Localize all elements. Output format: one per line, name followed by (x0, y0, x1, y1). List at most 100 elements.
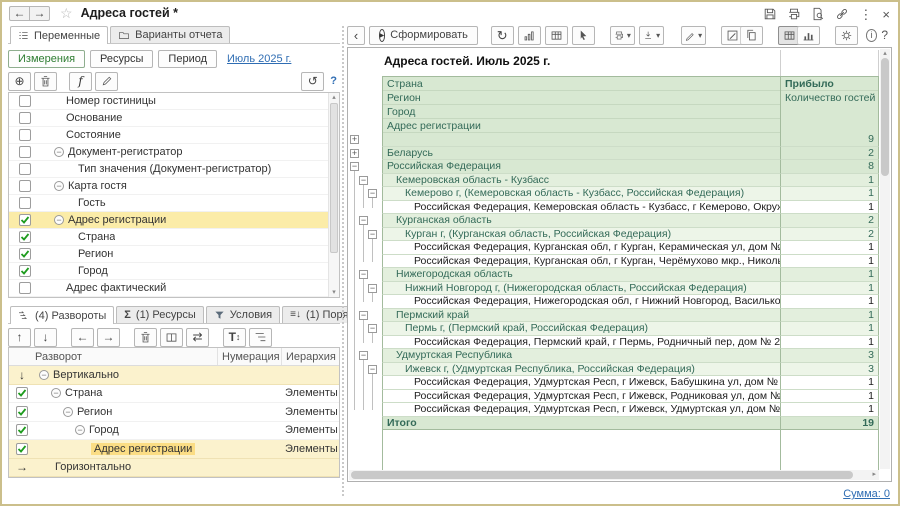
period-link[interactable]: Июль 2025 г. (227, 53, 291, 65)
grid-row-selected[interactable]: Адрес регистрации Элементы (9, 440, 339, 459)
move-left-button[interactable]: ← (71, 328, 94, 347)
report-hscrollbar[interactable]: ▸ (349, 470, 879, 480)
report-row[interactable]: Российская Федерация, Удмуртская Респ, г… (349, 390, 879, 404)
collapse-icon[interactable]: − (75, 425, 85, 435)
print-button[interactable]: ▾ (610, 26, 635, 45)
favorite-star-icon[interactable]: ☆ (60, 5, 73, 22)
scroll-right-icon[interactable]: ▸ (872, 470, 876, 480)
checkbox-checked[interactable] (19, 214, 31, 226)
report-variant-button[interactable] (518, 26, 541, 45)
header-region[interactable]: Регион (383, 91, 780, 105)
history-back-button[interactable]: ‹ (347, 26, 365, 45)
checkbox-checked[interactable] (16, 443, 28, 455)
field-row[interactable]: Адрес фактический (9, 280, 339, 297)
hierarchy-button[interactable] (249, 328, 272, 347)
checkbox-checked[interactable] (19, 265, 31, 277)
field-row[interactable]: Страна (9, 229, 339, 246)
report-row[interactable]: Российская Федерация, Нижегородская обл,… (349, 295, 879, 309)
checkbox[interactable] (19, 95, 31, 107)
report-row[interactable]: +9 (349, 133, 879, 147)
field-row[interactable]: −Документ-регистратор (9, 144, 339, 161)
link-icon[interactable] (835, 7, 849, 21)
tab-resources[interactable]: Σ (1) Ресурсы (116, 306, 203, 323)
report-row[interactable]: Российская Федерация, Пермский край, г П… (349, 336, 879, 350)
checkbox-checked[interactable] (16, 424, 28, 436)
help-icon[interactable]: ? (881, 29, 888, 41)
field-row[interactable]: Тип значения (Документ-регистратор) (9, 161, 339, 178)
checkbox[interactable] (19, 197, 31, 209)
collapse-icon[interactable]: − (359, 176, 368, 185)
checkbox[interactable] (19, 163, 31, 175)
collapse-icon[interactable]: − (368, 230, 377, 239)
refresh-button[interactable]: ↻ (491, 26, 514, 45)
checkbox[interactable] (19, 112, 31, 124)
print-icon[interactable] (787, 7, 801, 21)
delete-button[interactable] (34, 72, 57, 91)
text-settings-button[interactable]: T↕ (223, 328, 246, 347)
copy-button[interactable] (740, 26, 763, 45)
collapse-icon[interactable]: − (350, 162, 359, 171)
report-row[interactable]: −Удмуртская Республика3 (349, 349, 879, 363)
generate-button[interactable]: ▶Сформировать (369, 26, 478, 45)
report-total-row[interactable]: Итого19 (349, 417, 879, 431)
field-row[interactable]: −Карта гостя (9, 178, 339, 195)
more-icon[interactable]: ⋮ (859, 8, 872, 21)
formula-button[interactable]: f (69, 72, 92, 91)
field-row-selected[interactable]: −Адрес регистрации (9, 212, 339, 229)
expand-icon[interactable]: + (350, 135, 359, 144)
checkbox-checked[interactable] (19, 231, 31, 243)
report-row[interactable]: +Беларусь2 (349, 147, 879, 161)
format-button[interactable]: ▾ (681, 26, 706, 45)
checkbox-checked[interactable] (16, 406, 28, 418)
checkbox-checked[interactable] (19, 248, 31, 260)
field-row[interactable]: Состояние (9, 127, 339, 144)
report-row[interactable]: −Курган г, (Курганская область, Российск… (349, 228, 879, 242)
report-row[interactable]: −Курганская область2 (349, 214, 879, 228)
report-row[interactable]: −Российская Федерация8 (349, 160, 879, 174)
subtab-resources[interactable]: Ресурсы (90, 50, 153, 68)
settings-button[interactable] (835, 26, 858, 45)
grid-row[interactable]: −Регион Элементы (9, 403, 339, 422)
tab-conditions[interactable]: Условия (206, 306, 280, 323)
reset-button[interactable]: ↺ (301, 72, 324, 91)
collapse-icon[interactable]: − (54, 147, 64, 157)
report-row[interactable]: −Кемерово г, (Кемеровская область - Кузб… (349, 187, 879, 201)
nav-forward-button[interactable]: → (29, 6, 50, 21)
collapse-icon[interactable]: − (359, 270, 368, 279)
collapse-icon[interactable]: − (54, 215, 64, 225)
scroll-up-icon[interactable]: ▴ (332, 94, 336, 101)
remove-button[interactable] (134, 328, 157, 347)
checkbox[interactable] (19, 282, 31, 294)
save-as-button[interactable]: ▾ (639, 26, 664, 45)
checkbox[interactable] (19, 180, 31, 192)
subtab-dimensions[interactable]: Измерения (8, 50, 85, 68)
sum-link[interactable]: Сумма: 0 (843, 488, 890, 500)
subtab-period[interactable]: Период (158, 50, 217, 68)
save-icon[interactable] (763, 7, 777, 21)
move-right-button[interactable]: → (97, 328, 120, 347)
report-row[interactable]: −Пермь г, (Пермский край, Российская Фед… (349, 322, 879, 336)
report-row[interactable]: Российская Федерация, Кемеровская област… (349, 201, 879, 215)
report-row[interactable]: Российская Федерация, Курганская обл, г … (349, 255, 879, 269)
collapse-icon[interactable]: − (368, 284, 377, 293)
tab-variables[interactable]: Переменные (10, 26, 108, 44)
header-guest-count[interactable]: Количество гостей (781, 91, 878, 133)
move-down-button[interactable]: ↓ (34, 328, 57, 347)
fields-scrollbar[interactable]: ▴▾ (328, 93, 339, 297)
close-icon[interactable]: × (882, 8, 890, 21)
scroll-down-icon[interactable]: ▾ (329, 288, 339, 297)
field-row[interactable]: Город (9, 263, 339, 280)
panel-splitter[interactable] (342, 26, 345, 496)
report-row[interactable]: −Кемеровская область - Кузбасс1 (349, 174, 879, 188)
collapse-icon[interactable]: − (368, 324, 377, 333)
collapse-icon[interactable]: − (368, 365, 377, 374)
nav-back-button[interactable]: ← (9, 6, 30, 21)
report-row[interactable]: −Ижевск г, (Удмуртская Республика, Росси… (349, 363, 879, 377)
grid-row[interactable]: ↓ −Вертикально (9, 366, 339, 385)
collapse-icon[interactable]: − (39, 370, 49, 380)
tab-report-variants[interactable]: Варианты отчета (110, 26, 230, 43)
checkbox[interactable] (19, 146, 31, 158)
report-vscrollbar[interactable]: ▴ (880, 49, 890, 469)
report-row[interactable]: −Нижний Новгород г, (Нижегородская облас… (349, 282, 879, 296)
field-row[interactable]: Основание (9, 110, 339, 127)
